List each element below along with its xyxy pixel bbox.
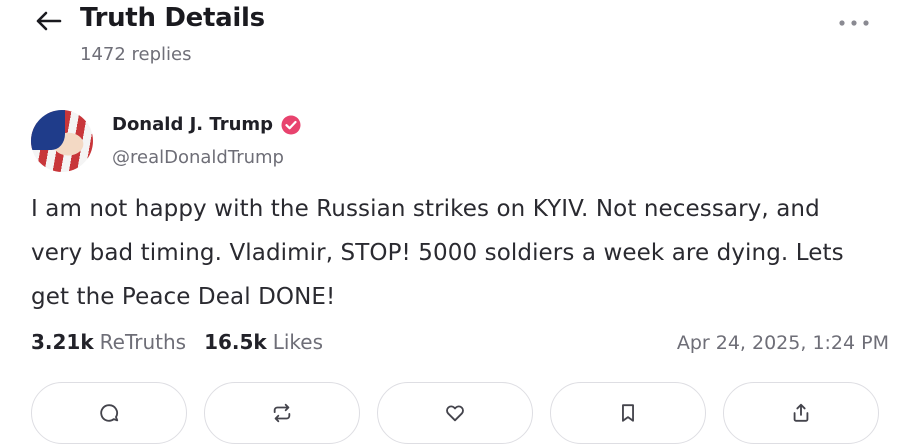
reply-icon xyxy=(100,404,119,422)
likes-count: 16.5k xyxy=(204,330,267,354)
page-title: Truth Details xyxy=(80,3,265,33)
avatar[interactable] xyxy=(31,110,93,172)
heart-icon xyxy=(446,405,464,422)
verified-badge-icon xyxy=(281,115,301,135)
reply-button[interactable] xyxy=(31,382,187,444)
retruths-count: 3.21k xyxy=(31,330,94,354)
likes-label: Likes xyxy=(272,330,324,354)
bookmark-button[interactable] xyxy=(550,382,706,444)
reply-count: 1472 replies xyxy=(80,44,192,65)
more-options-button[interactable] xyxy=(836,16,872,30)
arrow-left-icon xyxy=(36,11,62,31)
more-horizontal-icon xyxy=(839,20,869,26)
bookmark-icon xyxy=(622,404,634,422)
retruths-stat[interactable]: 3.21k ReTruths xyxy=(31,330,186,354)
author-name: Donald J. Trump xyxy=(112,114,274,135)
likes-stat[interactable]: 16.5k Likes xyxy=(204,330,323,354)
post-stats: 3.21k ReTruths 16.5k Likes xyxy=(31,330,323,354)
like-button[interactable] xyxy=(377,382,533,444)
author-name-row[interactable]: Donald J. Trump xyxy=(112,114,301,135)
author-handle[interactable]: @realDonaldTrump xyxy=(112,147,284,168)
retruth-button[interactable] xyxy=(204,382,360,444)
share-button[interactable] xyxy=(723,382,879,444)
post-text: I am not happy with the Russian strikes … xyxy=(31,196,844,310)
retruths-label: ReTruths xyxy=(99,330,187,354)
action-bar xyxy=(31,382,879,444)
share-icon xyxy=(793,403,809,422)
post-timestamp: Apr 24, 2025, 1:24 PM xyxy=(676,332,889,354)
retruth-icon xyxy=(273,403,291,423)
back-button[interactable] xyxy=(34,9,64,33)
